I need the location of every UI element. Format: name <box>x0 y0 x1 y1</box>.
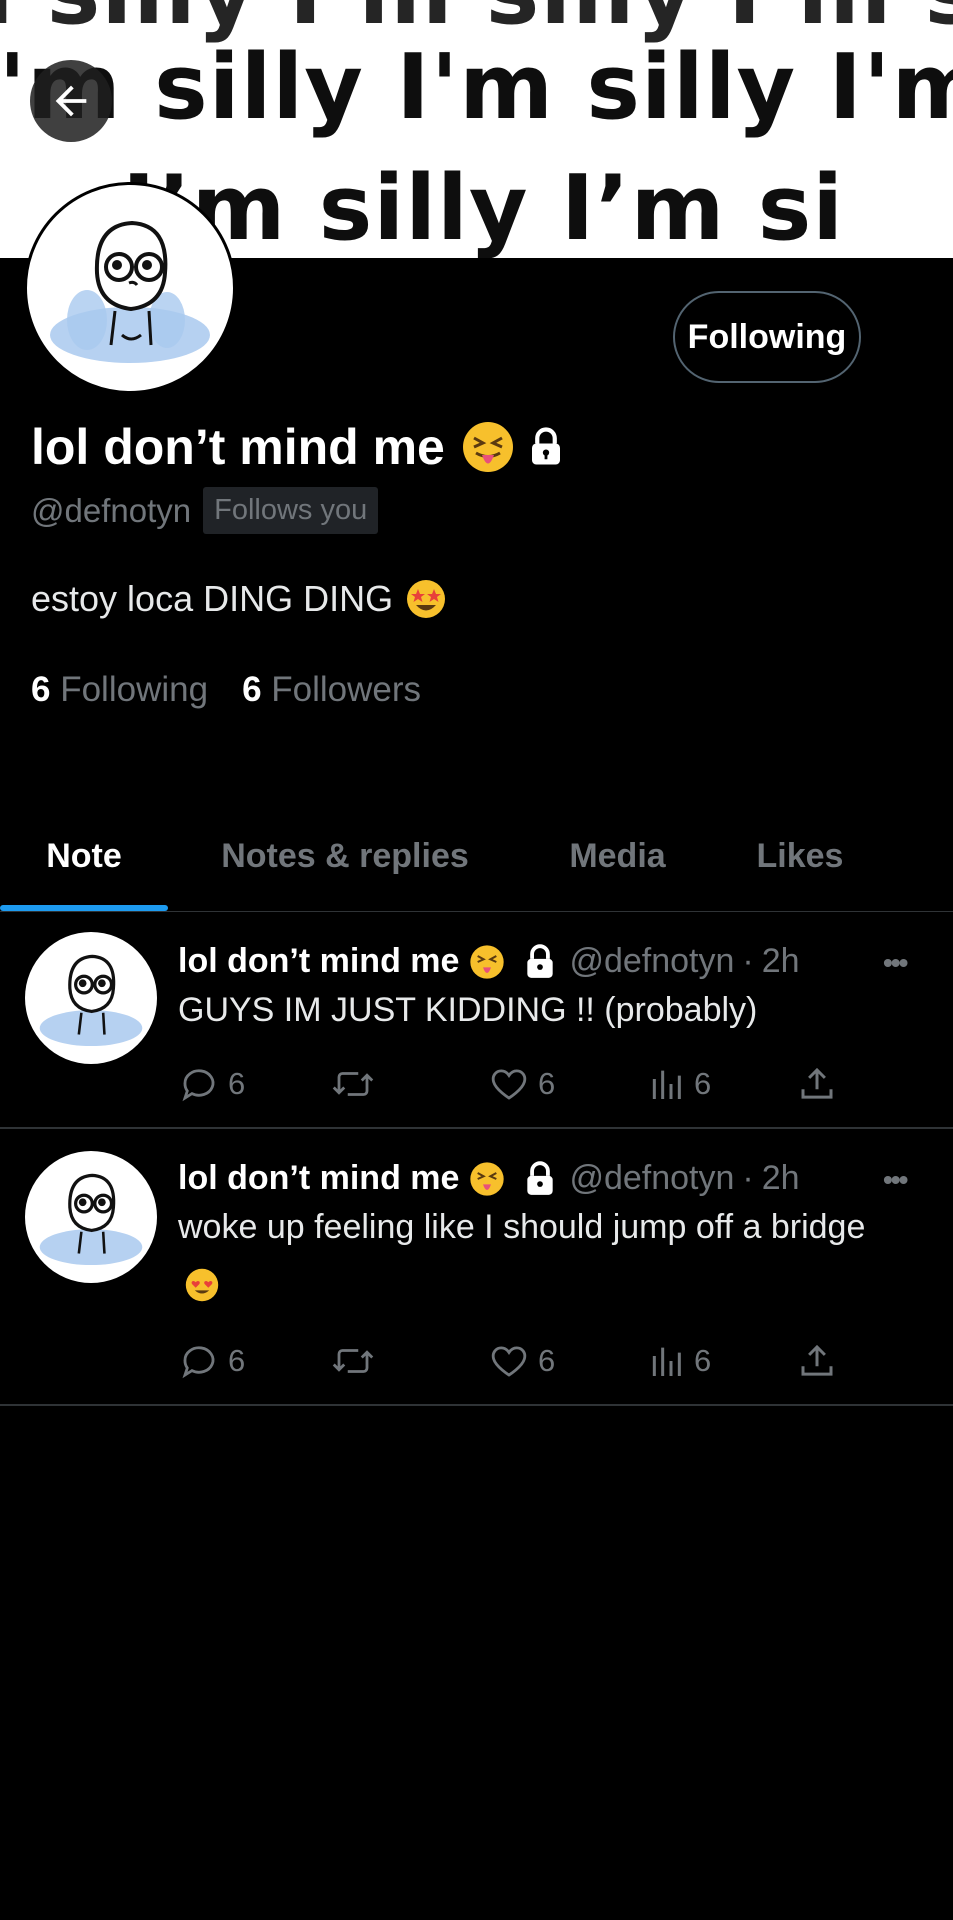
follows-you-badge: Follows you <box>203 487 379 534</box>
lock-icon <box>527 1160 554 1195</box>
like-button[interactable]: 6 <box>488 1340 555 1382</box>
profile-tabs: Note Notes & replies Media Likes <box>0 800 953 912</box>
more-icon[interactable]: ••• <box>883 947 908 979</box>
squinting-tongue-emoji-icon <box>462 422 513 472</box>
retweet-icon <box>332 1349 374 1373</box>
more-icon[interactable]: ••• <box>883 1164 908 1196</box>
renote-button[interactable] <box>330 1340 384 1382</box>
following-count: 6 <box>31 670 51 709</box>
views-button[interactable]: 6 <box>646 1340 711 1382</box>
lock-icon <box>527 943 554 978</box>
views-icon <box>652 1347 681 1376</box>
views-icon <box>652 1070 681 1099</box>
post-actions: 6 6 6 <box>178 1063 858 1109</box>
post-separator: · <box>742 942 754 980</box>
post-avatar[interactable] <box>25 932 157 1064</box>
post-text-content: woke up feeling like I should jump off a… <box>178 1208 866 1246</box>
back-button[interactable] <box>30 60 112 142</box>
like-count: 6 <box>538 1343 556 1378</box>
post-text: woke up feeling like I should jump off a… <box>178 1199 868 1311</box>
post-time: 2h <box>761 1159 800 1197</box>
like-count: 6 <box>538 1066 556 1101</box>
post-avatar[interactable] <box>25 1151 157 1283</box>
post-header: lol don’t mind me @defnotyn · 2h <box>178 942 800 981</box>
post-item[interactable]: lol don’t mind me @defnotyn · 2h ••• GUY… <box>0 912 953 1128</box>
following-button[interactable]: Following <box>673 291 861 383</box>
post-item[interactable]: lol don’t mind me @defnotyn · 2h ••• wok… <box>0 1129 953 1405</box>
post-time: 2h <box>761 942 800 980</box>
star-struck-emoji-icon <box>407 580 446 618</box>
post-separator: · <box>742 1159 754 1197</box>
views-count: 6 <box>694 1343 712 1378</box>
lock-icon <box>531 427 560 465</box>
avatar-drawing <box>50 220 210 363</box>
like-icon <box>491 1069 527 1100</box>
profile-avatar[interactable] <box>24 182 236 394</box>
post-author-handle[interactable]: @defnotyn <box>569 1159 734 1198</box>
tab-note[interactable]: Note <box>0 800 168 912</box>
reply-count: 6 <box>228 1343 246 1378</box>
banner-text-line: I'm silly I'm silly I'm silly I'm silly <box>0 35 953 140</box>
squinting-tongue-emoji-icon <box>470 944 505 979</box>
avatar-drawing <box>39 1173 143 1266</box>
bio-text: estoy loca DING DING <box>31 578 394 619</box>
display-name-text: lol don’t mind me <box>31 419 445 475</box>
back-arrow-icon <box>55 85 87 117</box>
profile-bio: estoy loca DING DING <box>31 578 447 620</box>
post-header: lol don’t mind me @defnotyn · 2h <box>178 1159 800 1198</box>
like-button[interactable]: 6 <box>488 1063 555 1105</box>
followers-count: 6 <box>242 670 262 709</box>
share-button[interactable] <box>796 1063 846 1105</box>
retweet-icon <box>332 1072 374 1096</box>
share-button[interactable] <box>796 1340 846 1382</box>
renote-button[interactable] <box>330 1063 384 1105</box>
reply-icon <box>182 1069 215 1102</box>
heart-eyes-emoji-icon <box>185 1268 219 1302</box>
profile-stats: 6 Following 6 Followers <box>31 670 455 710</box>
views-button[interactable]: 6 <box>646 1063 711 1105</box>
squinting-tongue-emoji-icon <box>470 1161 505 1196</box>
post-author-name[interactable]: lol don’t mind me <box>178 1159 459 1198</box>
post-text: GUYS IM JUST KIDDING !! (probably) <box>178 991 758 1029</box>
profile-handle-row: @defnotyn Follows you <box>31 487 379 534</box>
share-icon <box>801 1344 833 1376</box>
followers-label: Followers <box>271 670 422 709</box>
avatar-drawing <box>39 954 143 1047</box>
reply-count: 6 <box>228 1066 246 1101</box>
following-label: Following <box>60 670 209 709</box>
post-author-name[interactable]: lol don’t mind me <box>178 942 459 981</box>
like-icon <box>491 1346 527 1377</box>
tab-likes[interactable]: Likes <box>740 800 860 912</box>
tab-notes-and-replies[interactable]: Notes & replies <box>195 800 495 912</box>
reply-icon <box>182 1346 215 1379</box>
post-actions: 6 6 6 <box>178 1340 858 1386</box>
share-icon <box>801 1067 833 1099</box>
banner-text-line: I’m silly I’m si <box>122 156 845 258</box>
profile-display-name: lol don’t mind me <box>31 418 567 476</box>
reply-button[interactable]: 6 <box>178 1340 245 1382</box>
views-count: 6 <box>694 1066 712 1101</box>
reply-button[interactable]: 6 <box>178 1063 245 1105</box>
following-stat[interactable]: 6 Following <box>31 670 208 710</box>
post-divider <box>0 1404 953 1406</box>
profile-handle: @defnotyn <box>31 491 192 529</box>
followers-stat[interactable]: 6 Followers <box>242 670 421 710</box>
post-author-handle[interactable]: @defnotyn <box>569 942 734 981</box>
tab-media[interactable]: Media <box>540 800 695 912</box>
